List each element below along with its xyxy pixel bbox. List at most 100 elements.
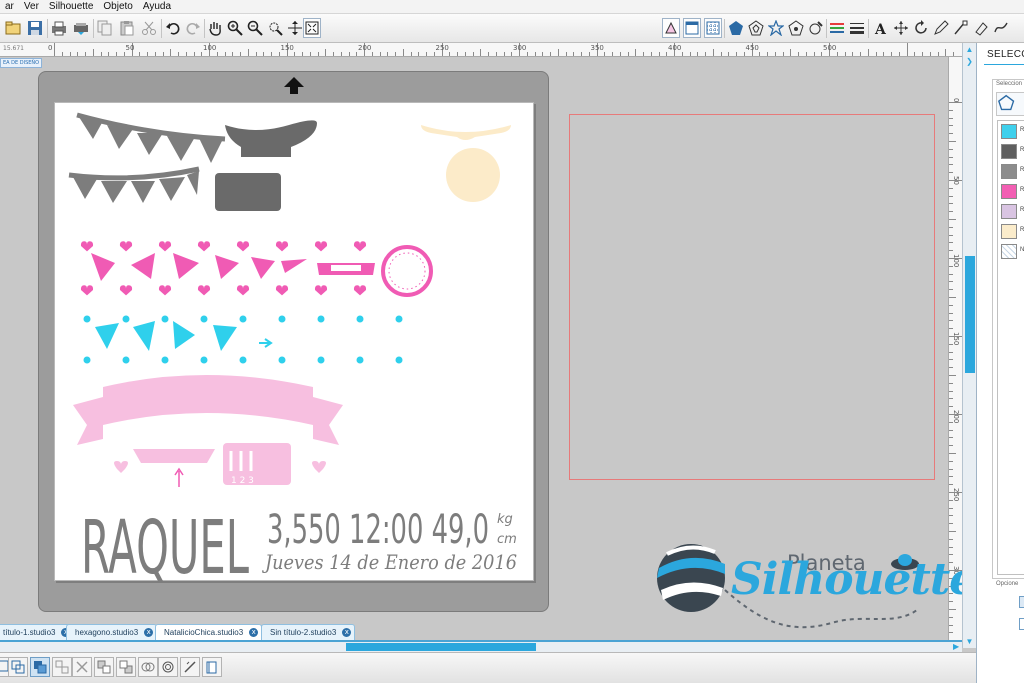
select-by-shape-icon[interactable]: [996, 92, 1024, 116]
open-icon[interactable]: [4, 18, 22, 38]
save-icon[interactable]: [26, 18, 44, 38]
gray-bunting-top[interactable]: [76, 112, 226, 163]
redo-icon[interactable]: [184, 18, 202, 38]
paste-icon[interactable]: [118, 18, 136, 38]
date-line-text[interactable]: Jueves 14 de Enero de 2016: [261, 550, 517, 574]
eraser-icon[interactable]: [972, 18, 990, 38]
group-icon[interactable]: [30, 657, 50, 677]
ruler-tick: [54, 43, 55, 56]
knife-icon[interactable]: [807, 18, 825, 38]
delete-icon[interactable]: [72, 657, 92, 677]
duplicate-icon[interactable]: [8, 657, 28, 677]
zoom-out-icon[interactable]: [246, 18, 264, 38]
menu-help[interactable]: Ayuda: [138, 1, 176, 12]
ruler-tick: [875, 52, 877, 56]
option-toggle-2[interactable]: [1019, 618, 1024, 630]
horizontal-scroll-thumb[interactable]: [346, 643, 536, 651]
unit-cm-text[interactable]: cm: [497, 532, 517, 547]
menu-object[interactable]: Objeto: [98, 1, 137, 12]
color-swatch[interactable]: [1001, 224, 1017, 239]
star-icon[interactable]: [767, 18, 785, 38]
gray-anvil-shape[interactable]: [225, 120, 317, 157]
scroll-right-arrow-icon[interactable]: ❯: [963, 55, 976, 67]
shape-fill-icon[interactable]: [662, 18, 680, 38]
cut-icon[interactable]: [140, 18, 158, 38]
gray-bunting-bottom[interactable]: [68, 166, 200, 203]
name-text[interactable]: RAQUEL: [81, 505, 249, 582]
send-backward-icon[interactable]: [116, 657, 136, 677]
replicate-icon[interactable]: [747, 18, 765, 38]
edit-points-icon[interactable]: [952, 18, 970, 38]
page-setup-icon[interactable]: [683, 18, 701, 38]
tab-document-1[interactable]: título-1.studio3x: [0, 624, 75, 640]
ruler-tick: [325, 49, 327, 56]
color-swatch[interactable]: [1001, 164, 1017, 179]
cyan-dot: [122, 356, 130, 364]
tab-document-2[interactable]: hexagono.studio3 x: [66, 624, 158, 640]
cream-mustache-shape[interactable]: [421, 125, 511, 140]
text-tool-icon[interactable]: A: [871, 18, 889, 38]
unit-kg-text[interactable]: kg: [497, 512, 513, 527]
tab-label: Sin título-2.studio3: [270, 628, 337, 637]
undo-icon[interactable]: [164, 18, 182, 38]
transform-icon[interactable]: [892, 18, 910, 38]
rotate-icon[interactable]: [912, 18, 930, 38]
gray-rectangle-shape[interactable]: [215, 173, 281, 211]
line-style-icon[interactable]: [848, 18, 866, 38]
pink-pennants[interactable]: [91, 253, 307, 281]
color-swatch[interactable]: [1001, 244, 1017, 259]
cyan-pennants[interactable]: [95, 321, 273, 351]
scroll-down-arrow-icon[interactable]: ▼: [963, 635, 976, 647]
weld-icon[interactable]: [138, 657, 158, 677]
vertical-scroll-thumb[interactable]: [965, 256, 975, 373]
close-tab-icon[interactable]: x: [144, 628, 154, 637]
cut-area-box[interactable]: [569, 114, 935, 480]
print-icon[interactable]: [50, 18, 68, 38]
light-pink-ribbon-banner[interactable]: 1 2 3: [73, 375, 343, 486]
tab-document-3[interactable]: NatalicioChica.studio3 x: [155, 624, 263, 640]
ruler-tick: [511, 52, 513, 56]
ruler-tick: [949, 398, 953, 400]
color-swatch[interactable]: [1001, 184, 1017, 199]
cream-circle-shape[interactable]: [446, 148, 500, 202]
offset-icon[interactable]: [158, 657, 178, 677]
vertical-scrollbar[interactable]: ▲ ❯ ▼: [962, 43, 976, 648]
ungroup-icon[interactable]: [52, 657, 72, 677]
pentagon-icon[interactable]: [727, 18, 745, 38]
menu-edit[interactable]: ar: [0, 1, 19, 12]
scroll-right-icon[interactable]: ▶: [953, 642, 959, 651]
fit-to-page-icon[interactable]: [303, 18, 321, 38]
light-pink-heart-right[interactable]: [312, 461, 326, 473]
send-to-silhouette-icon[interactable]: [72, 18, 90, 38]
menu-silhouette[interactable]: Silhouette: [44, 1, 98, 12]
pink-clock-ring[interactable]: [381, 245, 433, 297]
zoom-in-icon[interactable]: [226, 18, 244, 38]
cyan-dots-row[interactable]: [83, 315, 403, 364]
ruler-label: 350: [590, 44, 604, 52]
pencil-icon[interactable]: [932, 18, 950, 38]
grid-settings-icon[interactable]: [704, 18, 722, 38]
trace-icon[interactable]: [180, 657, 200, 677]
color-swatch[interactable]: [1001, 124, 1017, 139]
bring-forward-icon[interactable]: [94, 657, 114, 677]
stats-text[interactable]: 3,550 12:00 49,0: [267, 507, 489, 553]
color-swatch[interactable]: [1001, 204, 1017, 219]
tab-document-4[interactable]: Sin título-2.studio3 x: [261, 624, 356, 640]
zoom-drag-icon[interactable]: [286, 18, 304, 38]
pink-label-strip[interactable]: [317, 263, 375, 275]
library-icon[interactable]: [202, 657, 222, 677]
copy-icon[interactable]: [96, 18, 114, 38]
pan-hand-icon[interactable]: [206, 18, 224, 38]
zoom-select-icon[interactable]: [266, 18, 284, 38]
line-color-icon[interactable]: [828, 18, 846, 38]
modify-icon[interactable]: [787, 18, 805, 38]
menu-view[interactable]: Ver: [19, 1, 44, 12]
close-tab-icon[interactable]: x: [342, 628, 352, 637]
light-pink-heart-left[interactable]: [114, 461, 128, 473]
scroll-up-arrow-icon[interactable]: ▲: [963, 43, 976, 55]
freehand-icon[interactable]: [992, 18, 1010, 38]
color-swatch[interactable]: [1001, 144, 1017, 159]
option-toggle-1[interactable]: [1019, 596, 1024, 608]
horizontal-scrollbar[interactable]: ▶: [0, 642, 962, 652]
close-tab-icon[interactable]: x: [249, 628, 259, 637]
